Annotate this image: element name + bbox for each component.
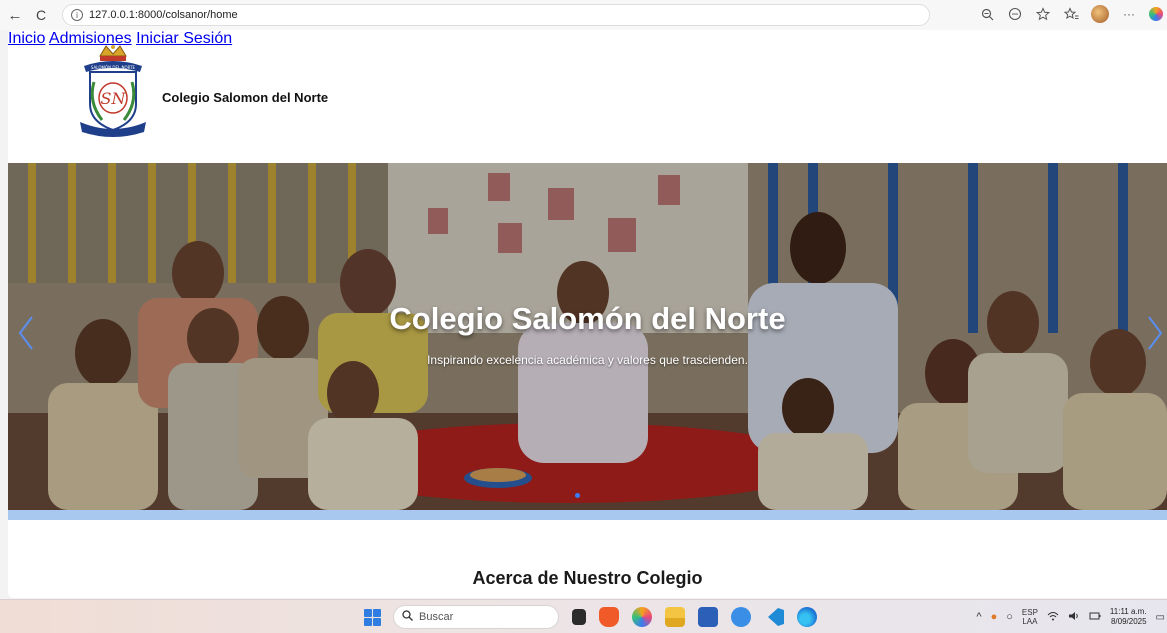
edge-icon[interactable]: [797, 607, 817, 627]
wifi-icon[interactable]: [1047, 611, 1059, 624]
taskbar-search[interactable]: Buscar: [393, 605, 559, 629]
nav-inicio[interactable]: Inicio: [8, 30, 45, 47]
address-bar[interactable]: i 127.0.0.1:8000/colsanor/home: [62, 4, 930, 26]
file-explorer-icon[interactable]: [665, 607, 685, 627]
brand-name[interactable]: Colegio Salomon del Norte: [162, 90, 328, 105]
favorites-icon[interactable]: [1063, 6, 1079, 22]
browser-toolbar: ← C i 127.0.0.1:8000/colsanor/home ···: [0, 0, 1167, 30]
lang-bottom: LAA: [1022, 617, 1038, 626]
site-header: SALOMÓN DEL NORTE SN Colegio Salomon del…: [8, 30, 1167, 163]
hero-subtitle: Inspirando excelencia académica y valore…: [427, 353, 748, 367]
app-icon[interactable]: [731, 607, 751, 627]
brave-icon[interactable]: [599, 607, 619, 627]
chevron-left-icon[interactable]: [14, 313, 38, 353]
vscode-icon[interactable]: [768, 608, 784, 626]
hero-title: Colegio Salomón del Norte: [389, 301, 786, 336]
pinned-apps: [572, 607, 817, 627]
nav-iniciar-sesion[interactable]: Iniciar Sesión: [136, 30, 232, 47]
windows-start-icon[interactable]: [364, 609, 381, 626]
clock[interactable]: 11:11 a.m. 8/09/2025: [1110, 607, 1147, 627]
copilot-app-icon[interactable]: [632, 607, 652, 627]
main-nav: Inicio Admisiones Iniciar Sesión: [8, 30, 1167, 48]
clock-time: 11:11 a.m.: [1109, 607, 1147, 616]
hero-carousel: Colegio Salomón del Norte Inspirando exc…: [8, 163, 1167, 510]
profile-avatar[interactable]: [1091, 5, 1109, 23]
info-icon[interactable]: i: [71, 9, 83, 21]
browser-actions: ···: [979, 5, 1163, 23]
more-icon[interactable]: ···: [1121, 6, 1137, 22]
zoom-icon[interactable]: [979, 6, 995, 22]
back-icon[interactable]: ←: [4, 4, 26, 26]
tray-cloud-icon[interactable]: ○: [1006, 611, 1013, 623]
reading-icon[interactable]: [1007, 6, 1023, 22]
task-view-icon[interactable]: [572, 609, 586, 625]
taskbar: Buscar ^ ● ○ ESP LAA 11:11 a.m. 8/09/202…: [0, 599, 1167, 633]
copilot-icon[interactable]: [1149, 7, 1163, 21]
refresh-icon[interactable]: C: [30, 4, 52, 26]
chevron-up-icon[interactable]: ^: [976, 611, 981, 623]
lang-top: ESP: [1021, 608, 1038, 617]
address-url[interactable]: 127.0.0.1:8000/colsanor/home: [89, 9, 238, 21]
search-placeholder: Buscar: [419, 611, 454, 623]
search-icon: [402, 610, 413, 624]
notifications-icon[interactable]: ▭: [1156, 612, 1165, 623]
favorite-icon[interactable]: [1035, 6, 1051, 22]
word-icon[interactable]: [698, 607, 718, 627]
battery-icon[interactable]: [1089, 611, 1101, 624]
about-section-title: Acerca de Nuestro Colegio: [472, 568, 703, 588]
chevron-right-icon[interactable]: [1143, 313, 1167, 353]
carousel-indicator-active[interactable]: [575, 493, 580, 498]
hero-bottom-strip: [8, 510, 1167, 520]
language-indicator[interactable]: ESP LAA: [1022, 608, 1038, 626]
volume-icon[interactable]: [1068, 611, 1080, 624]
svg-text:SALOMÓN DEL NORTE: SALOMÓN DEL NORTE: [91, 65, 136, 70]
web-page: SALOMÓN DEL NORTE SN Colegio Salomon del…: [8, 30, 1167, 598]
tray-app-icon[interactable]: ●: [991, 611, 998, 623]
system-tray: ^ ● ○ ESP LAA 11:11 a.m. 8/09/2025 ▭: [976, 604, 1167, 630]
svg-text:SN: SN: [101, 89, 127, 108]
school-logo[interactable]: SALOMÓN DEL NORTE SN: [78, 42, 148, 140]
clock-date: 8/09/2025: [1110, 617, 1147, 626]
